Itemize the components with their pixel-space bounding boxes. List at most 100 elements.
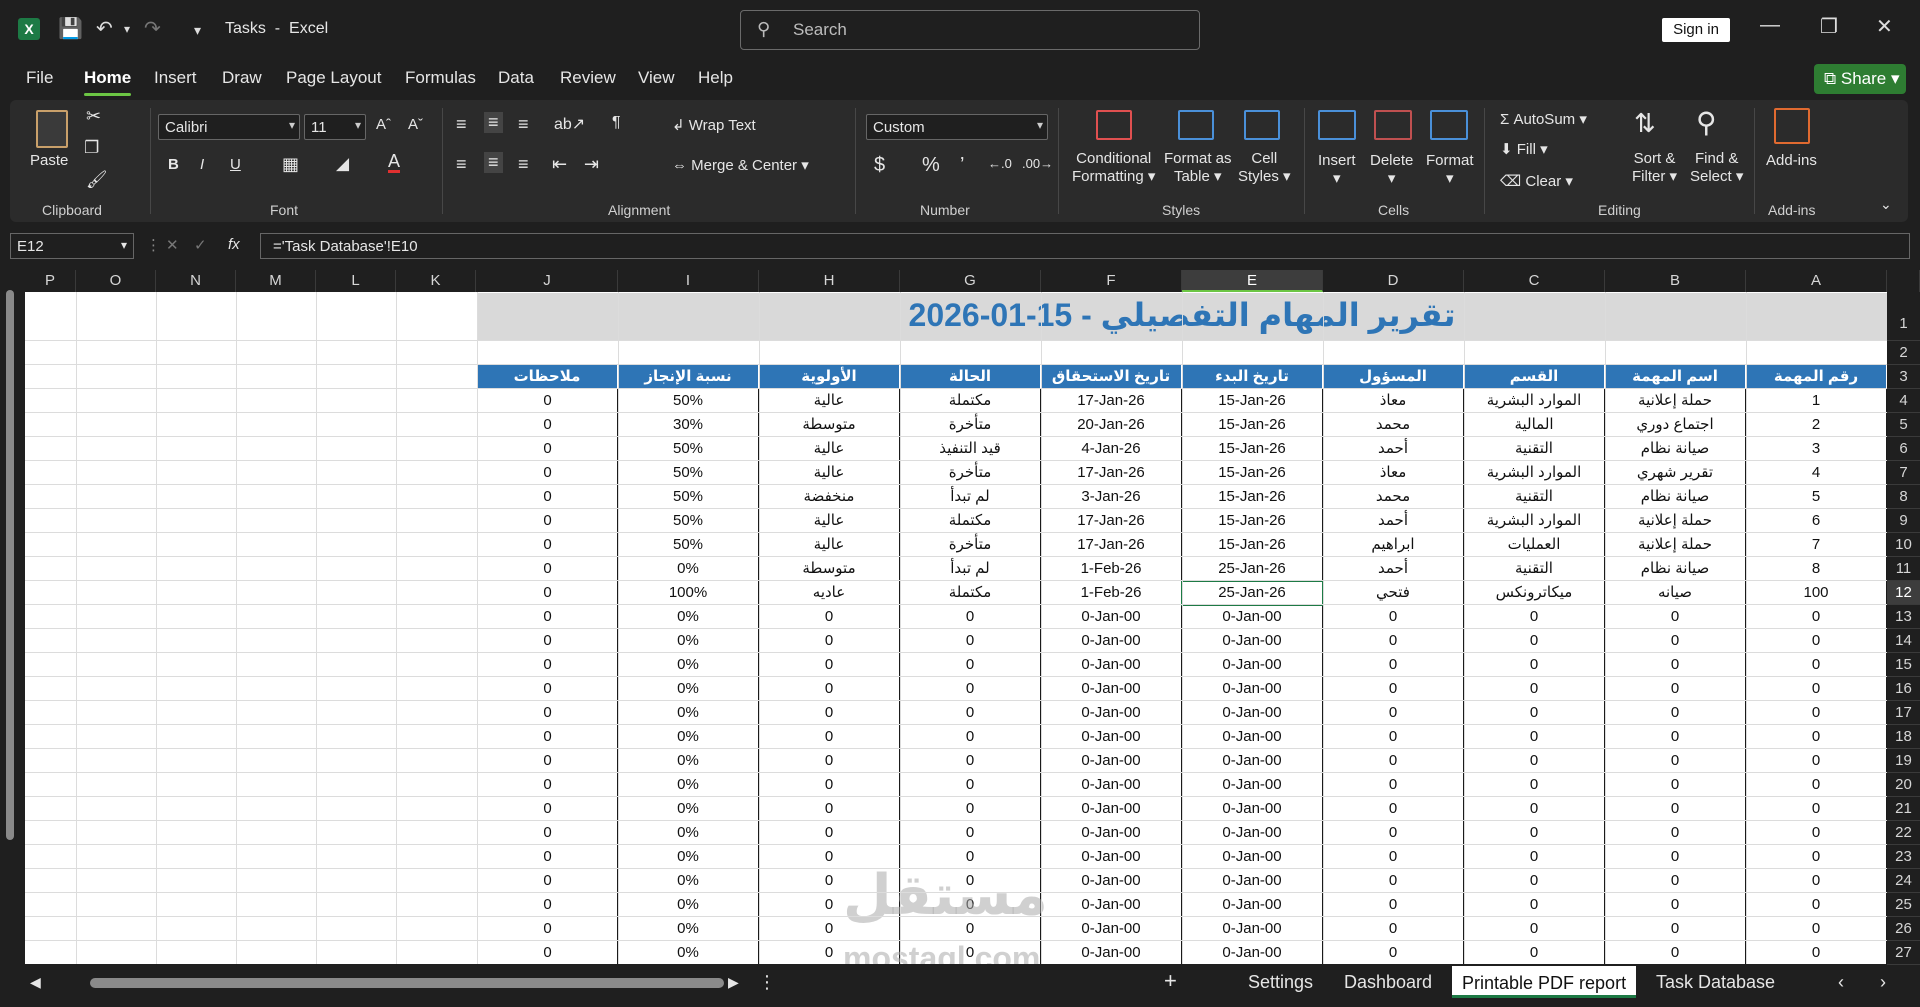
table-cell[interactable]: عالية <box>759 437 900 461</box>
sheet-tab-printable-pdf-report[interactable]: Printable PDF report <box>1452 966 1637 998</box>
sheet-tab-dashboard[interactable]: Dashboard <box>1344 972 1432 993</box>
table-cell[interactable]: 0 <box>1323 821 1464 845</box>
insert-function-button[interactable]: fx <box>228 236 240 253</box>
tab-help[interactable]: Help <box>698 68 733 88</box>
table-cell[interactable]: 0 <box>900 629 1041 653</box>
table-cell[interactable]: فتحي <box>1323 581 1464 605</box>
table-cell[interactable]: 15-Jan-26 <box>1182 509 1323 533</box>
paste-button[interactable]: Paste <box>30 152 68 170</box>
add-sheet-icon[interactable]: + <box>1164 968 1177 994</box>
font-name-combo[interactable]: Calibri ▾ <box>158 114 300 140</box>
table-cell[interactable]: 0 <box>477 509 618 533</box>
table-cell[interactable]: 0 <box>1464 893 1605 917</box>
table-cell[interactable]: 0 <box>1323 629 1464 653</box>
table-cell[interactable]: 0% <box>618 629 759 653</box>
table-cell[interactable]: 0 <box>477 869 618 893</box>
align-top-icon[interactable]: ≡ <box>456 114 467 135</box>
table-cell[interactable]: 0 <box>900 725 1041 749</box>
table-cell[interactable]: 0 <box>759 701 900 725</box>
table-cell[interactable]: 0 <box>759 797 900 821</box>
column-header[interactable]: B <box>1605 270 1746 292</box>
table-cell[interactable]: 0 <box>1464 917 1605 941</box>
table-cell[interactable]: 0 <box>1464 869 1605 893</box>
table-cell[interactable]: 0 <box>1323 653 1464 677</box>
table-cell[interactable]: 0-Jan-00 <box>1182 917 1323 941</box>
table-cell[interactable]: 0 <box>1323 845 1464 869</box>
table-cell[interactable]: 0 <box>1746 701 1887 725</box>
column-header[interactable]: M <box>236 270 316 292</box>
table-cell[interactable]: الموارد البشرية <box>1464 389 1605 413</box>
table-cell[interactable]: 0 <box>1605 605 1746 629</box>
row-header[interactable]: 23 <box>1887 845 1920 869</box>
table-cell[interactable]: 0-Jan-00 <box>1041 773 1182 797</box>
table-cell[interactable]: 0% <box>618 725 759 749</box>
table-cell[interactable]: حملة إعلانية <box>1605 509 1746 533</box>
table-cell[interactable]: 0 <box>759 677 900 701</box>
table-cell[interactable]: متوسطة <box>759 413 900 437</box>
table-cell[interactable]: 0% <box>618 653 759 677</box>
table-cell[interactable]: 0 <box>1605 821 1746 845</box>
table-cell[interactable]: 15-Jan-26 <box>1182 413 1323 437</box>
table-cell[interactable]: محمد <box>1323 485 1464 509</box>
table-cell[interactable]: 0 <box>1323 893 1464 917</box>
currency-icon[interactable]: $ <box>874 154 885 177</box>
table-cell[interactable]: 0-Jan-00 <box>1182 941 1323 964</box>
table-cell[interactable]: 0-Jan-00 <box>1041 701 1182 725</box>
table-cell[interactable]: 25-Jan-26 <box>1182 557 1323 581</box>
undo-dropdown-icon[interactable]: ▾ <box>124 22 130 36</box>
table-cell[interactable]: 0 <box>477 677 618 701</box>
column-header[interactable]: L <box>316 270 396 292</box>
sign-in-button[interactable]: Sign in <box>1662 18 1730 42</box>
row-header[interactable]: 6 <box>1887 437 1920 461</box>
table-cell[interactable]: 0 <box>1605 629 1746 653</box>
tab-insert[interactable]: Insert <box>154 68 197 88</box>
text-direction-icon[interactable]: ¶ <box>612 114 621 132</box>
row-header[interactable]: 18 <box>1887 725 1920 749</box>
comma-style-icon[interactable]: ’ <box>960 154 964 177</box>
table-cell[interactable]: 0 <box>1323 749 1464 773</box>
table-cell[interactable]: 0 <box>1464 941 1605 964</box>
row-header[interactable]: 8 <box>1887 485 1920 509</box>
formula-input[interactable]: ='Task Database'!E10 <box>260 233 1910 259</box>
table-cell[interactable]: 0-Jan-00 <box>1041 845 1182 869</box>
column-header[interactable]: F <box>1041 270 1182 292</box>
conditional-formatting-button[interactable]: Conditional Formatting ▾ <box>1072 150 1155 186</box>
table-cell[interactable]: المالية <box>1464 413 1605 437</box>
table-cell[interactable]: 0 <box>900 605 1041 629</box>
align-right-icon[interactable]: ≡ <box>518 154 529 175</box>
format-cells-button[interactable]: Format ▾ <box>1426 152 1474 188</box>
table-cell[interactable]: 0 <box>1746 605 1887 629</box>
table-cell[interactable]: 0 <box>477 653 618 677</box>
table-cell[interactable]: 0 <box>477 845 618 869</box>
tab-home[interactable]: Home <box>84 68 132 96</box>
row-header[interactable]: 15 <box>1887 653 1920 677</box>
table-cell[interactable]: 0 <box>477 797 618 821</box>
increase-indent-icon[interactable]: ⇥ <box>584 154 599 175</box>
table-cell[interactable]: 0 <box>1464 845 1605 869</box>
add-ins-button[interactable]: Add-ins <box>1766 152 1817 170</box>
table-cell[interactable]: التقنية <box>1464 437 1605 461</box>
column-header[interactable]: O <box>76 270 156 292</box>
table-cell[interactable]: 0 <box>759 605 900 629</box>
table-cell[interactable]: 0-Jan-00 <box>1041 725 1182 749</box>
row-header[interactable]: 1 <box>1887 292 1920 341</box>
tab-review[interactable]: Review <box>560 68 616 88</box>
table-cell[interactable]: ميكاترونكس <box>1464 581 1605 605</box>
table-cell[interactable]: 0 <box>477 725 618 749</box>
table-cell[interactable]: 0 <box>1746 725 1887 749</box>
table-cell[interactable]: 0 <box>759 749 900 773</box>
table-cell[interactable]: 0 <box>1323 797 1464 821</box>
table-cell[interactable]: محمد <box>1323 413 1464 437</box>
table-cell[interactable]: 0-Jan-00 <box>1182 893 1323 917</box>
table-cell[interactable]: 0 <box>900 653 1041 677</box>
table-cell[interactable]: 0-Jan-00 <box>1182 605 1323 629</box>
table-cell[interactable]: 0 <box>759 629 900 653</box>
tab-file[interactable]: File <box>26 68 53 88</box>
customize-toolbar-icon[interactable]: ▾ <box>194 22 201 39</box>
italic-button[interactable]: I <box>200 156 204 173</box>
table-cell[interactable]: 100 <box>1746 581 1887 605</box>
more-sheets-icon[interactable]: ⋮ <box>758 972 776 993</box>
row-header[interactable]: 2 <box>1887 341 1920 365</box>
next-sheet-icon[interactable]: › <box>1880 972 1886 993</box>
table-cell[interactable]: 0 <box>900 749 1041 773</box>
